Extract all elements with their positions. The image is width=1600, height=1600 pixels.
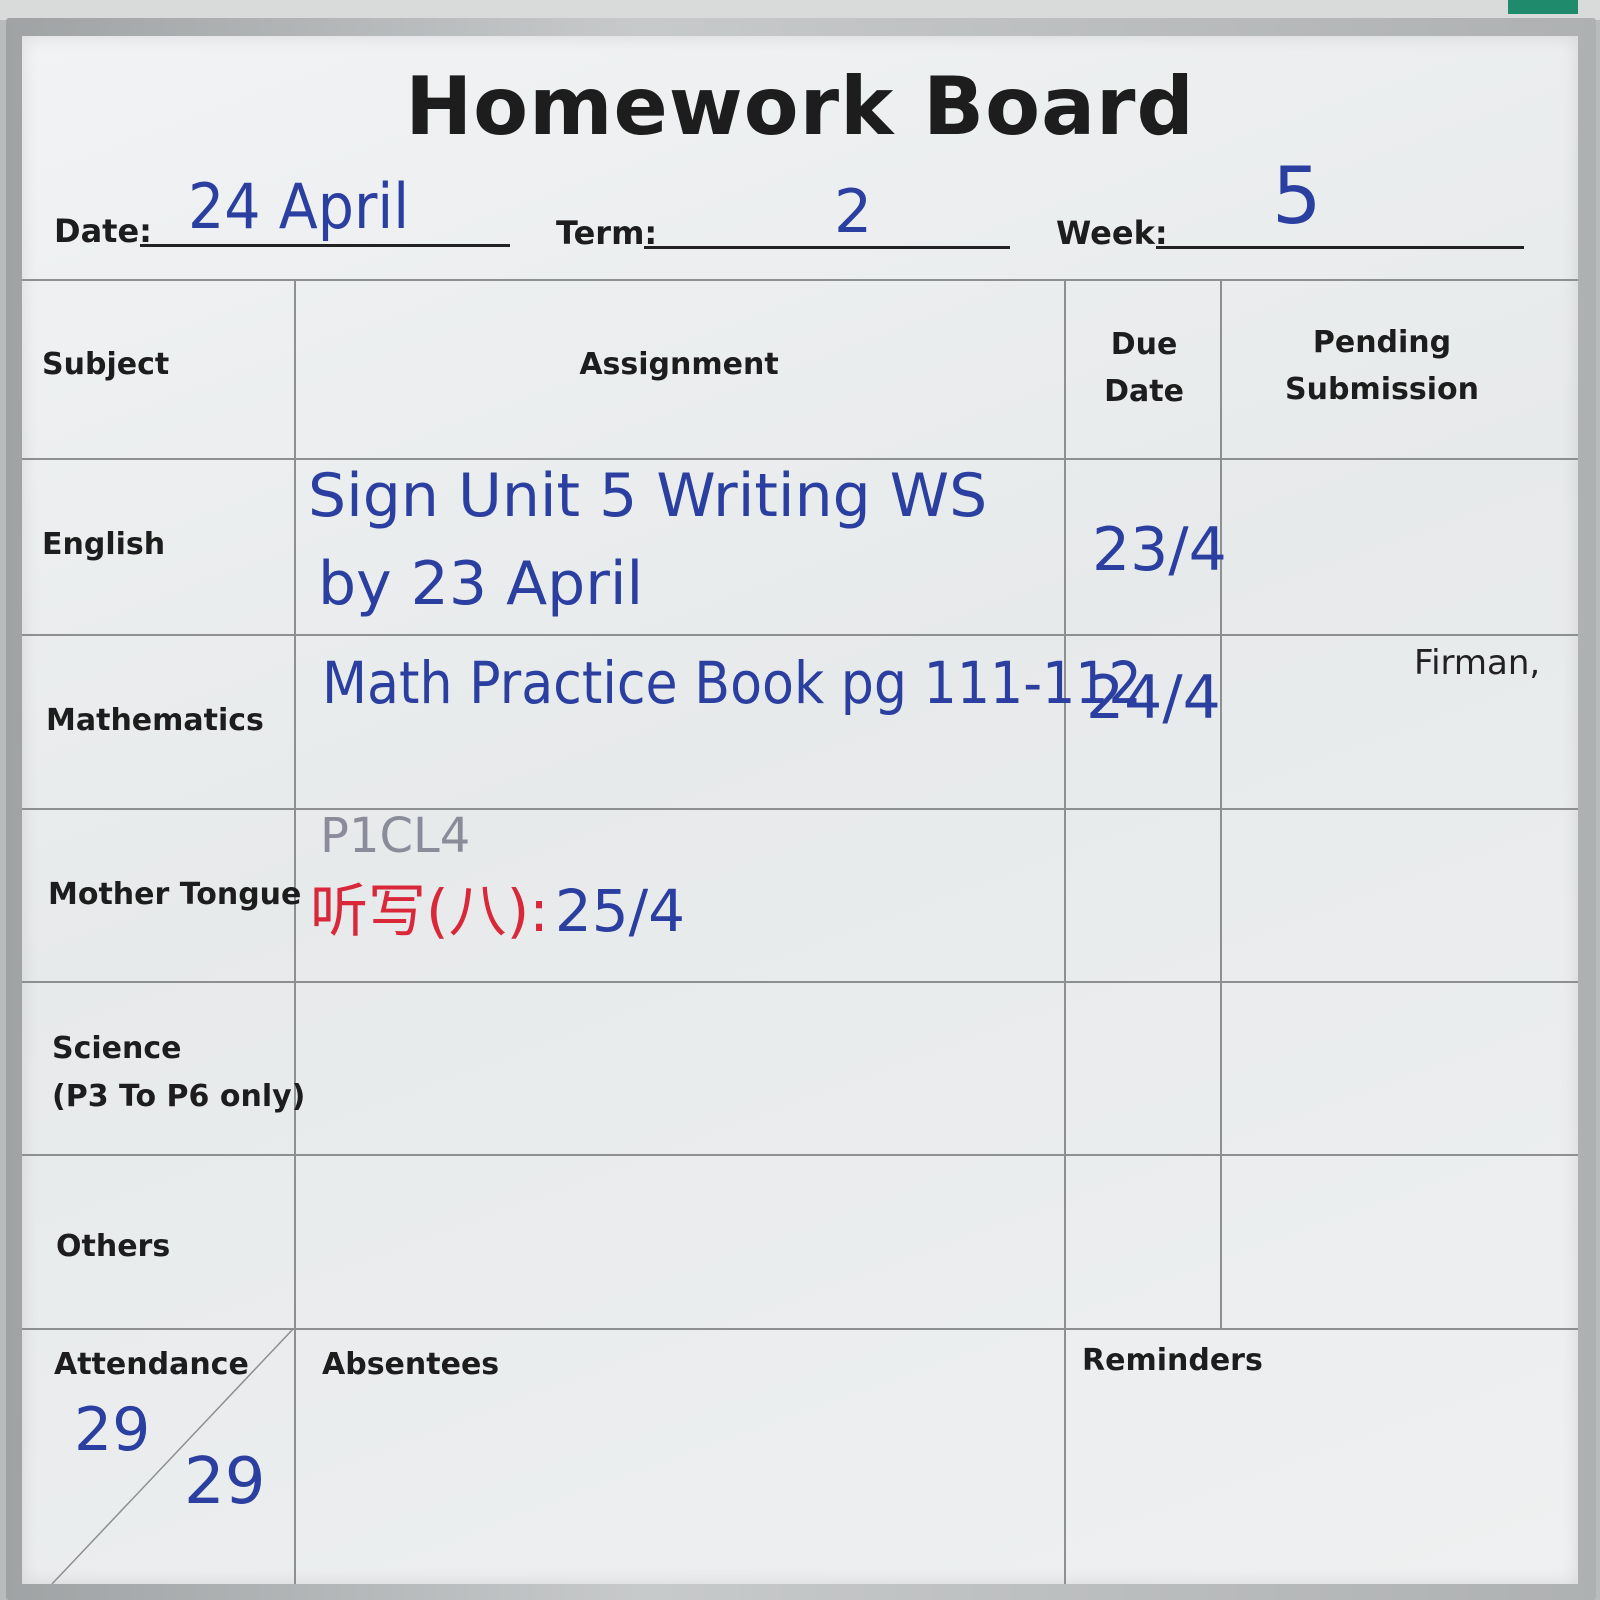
grid-line [1064, 279, 1066, 1584]
header-subject: Subject [42, 347, 170, 382]
subject-science-note: (P3 To P6 only) [52, 1079, 306, 1114]
grid-line [1220, 279, 1222, 1328]
subject-mathematics: Mathematics [46, 703, 264, 738]
grid-line [22, 458, 1578, 460]
green-label-sticker [1508, 0, 1578, 14]
subject-others: Others [56, 1229, 171, 1264]
assignment-mother-tongue: 听写(八): 25/4 [310, 882, 685, 940]
date-label: Date: [54, 212, 152, 250]
term-label: Term: [556, 214, 658, 252]
absentees-label: Absentees [322, 1347, 500, 1382]
attendance-total: 29 [184, 1445, 266, 1519]
wall-background [0, 0, 1600, 20]
mother-tongue-due-inline: 25/4 [554, 877, 686, 945]
due-english: 23/4 [1092, 515, 1227, 585]
term-handwritten: 2 [834, 177, 873, 247]
mother-tongue-colon: : [529, 877, 549, 945]
term-underline [644, 246, 1010, 249]
header-due-date: Due Date [1104, 327, 1184, 409]
grid-line [22, 279, 1578, 281]
attendance-label: Attendance [54, 1347, 249, 1382]
grid-line [22, 808, 1578, 810]
date-handwritten: 24 April [188, 170, 410, 243]
due-mathematics: 24/4 [1086, 663, 1221, 733]
pending-mathematics: Firman, [1414, 643, 1541, 683]
mother-tongue-dictation-label: 听写(八) [310, 877, 530, 945]
week-underline [1156, 246, 1524, 249]
subject-english: English [42, 527, 166, 562]
grid-line [22, 981, 1578, 983]
header-assignment: Assignment [579, 347, 779, 382]
assignment-mother-tongue-note: P1CL4 [320, 808, 471, 864]
header-pending-submission: Pending Submission [1285, 325, 1479, 407]
assignment-english-line1: Sign Unit 5 Writing WS [308, 461, 988, 531]
assignment-mathematics: Math Practice Book pg 111-112 [322, 649, 1142, 717]
week-handwritten: 5 [1272, 152, 1322, 242]
attendance-present: 29 [74, 1395, 151, 1465]
week-label: Week: [1056, 214, 1168, 252]
subject-mother-tongue: Mother Tongue [48, 877, 302, 912]
assignment-english-line2: by 23 April [318, 549, 644, 619]
date-underline [140, 244, 510, 247]
grid-line [22, 634, 1578, 636]
grid-line [22, 1154, 1578, 1156]
homework-whiteboard: Homework Board Date: 24 April Term: 2 We… [22, 36, 1578, 1584]
reminders-label: Reminders [1082, 1343, 1263, 1378]
subject-science: Science [52, 1031, 182, 1066]
board-title: Homework Board [405, 60, 1195, 153]
